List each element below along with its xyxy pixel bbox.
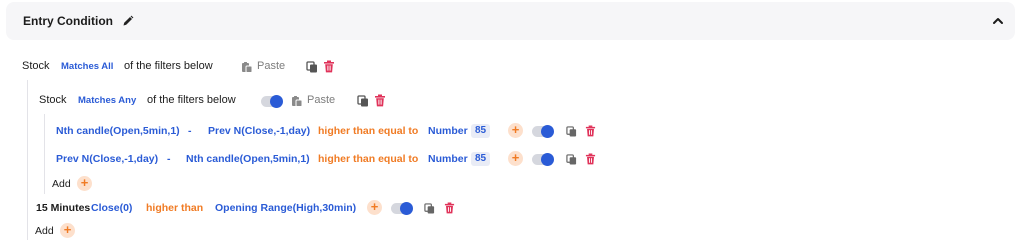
inner-filters-text: of the filters below: [147, 94, 236, 106]
inner-match-mode-select[interactable]: Matches Any: [78, 95, 136, 106]
condition-right-operand[interactable]: Nth candle(Open,5min,1): [186, 153, 310, 165]
inner-add-button[interactable]: +: [77, 176, 92, 191]
clipboard-icon[interactable]: [291, 95, 303, 107]
add-subcondition-button[interactable]: +: [367, 200, 382, 215]
outer-group-guide: [27, 80, 28, 240]
condition-left-operand[interactable]: Close(0): [91, 202, 132, 214]
trash-icon[interactable]: [323, 60, 335, 73]
add-subcondition-button[interactable]: +: [508, 151, 523, 166]
copy-icon[interactable]: [566, 154, 577, 165]
inner-subject-label: Stock: [39, 94, 67, 106]
condition-comparator[interactable]: higher than equal to: [318, 153, 418, 165]
inner-group-guide: [44, 114, 45, 194]
inner-add-label[interactable]: Add: [52, 178, 71, 190]
condition-left-operand[interactable]: Nth candle(Open,5min,1): [56, 125, 180, 137]
inner-group-toggle[interactable]: [261, 94, 283, 108]
condition-timeframe[interactable]: 15 Minutes: [36, 202, 90, 214]
condition-right-operand[interactable]: Opening Range(High,30min): [215, 202, 356, 214]
condition-left-operand[interactable]: Prev N(Close,-1,day): [56, 153, 158, 165]
trash-icon[interactable]: [374, 94, 386, 107]
outer-paste-button[interactable]: Paste: [257, 60, 285, 72]
condition-value-input[interactable]: 85: [471, 124, 491, 138]
condition-value-type[interactable]: Number: [428, 153, 468, 165]
trash-icon[interactable]: [444, 202, 455, 214]
condition-value-input[interactable]: 85: [471, 152, 491, 166]
condition-value-type[interactable]: Number: [428, 125, 468, 137]
condition-comparator[interactable]: higher than: [146, 202, 203, 214]
outer-add-label[interactable]: Add: [35, 225, 54, 237]
copy-icon[interactable]: [306, 61, 318, 73]
outer-filters-text: of the filters below: [124, 60, 213, 72]
outer-add-button[interactable]: +: [60, 223, 75, 238]
outer-match-mode-select[interactable]: Matches All: [61, 61, 113, 72]
entry-condition-header: Entry Condition: [6, 2, 1015, 40]
condition-toggle[interactable]: [391, 201, 413, 215]
condition-operator[interactable]: -: [188, 125, 192, 137]
condition-toggle[interactable]: [532, 152, 554, 166]
pencil-icon[interactable]: [122, 15, 134, 27]
add-subcondition-button[interactable]: +: [508, 123, 523, 138]
chevron-up-icon[interactable]: [991, 14, 1005, 28]
copy-icon[interactable]: [424, 203, 435, 214]
copy-icon[interactable]: [566, 126, 577, 137]
copy-icon[interactable]: [357, 95, 369, 107]
outer-subject-label: Stock: [22, 60, 50, 72]
trash-icon[interactable]: [585, 125, 596, 137]
trash-icon[interactable]: [585, 153, 596, 165]
clipboard-icon[interactable]: [241, 61, 253, 73]
condition-right-operand[interactable]: Prev N(Close,-1,day): [208, 125, 310, 137]
inner-paste-button[interactable]: Paste: [307, 94, 335, 106]
condition-toggle[interactable]: [532, 124, 554, 138]
condition-comparator[interactable]: higher than equal to: [318, 125, 418, 137]
condition-operator[interactable]: -: [167, 153, 171, 165]
section-title: Entry Condition: [23, 14, 113, 28]
